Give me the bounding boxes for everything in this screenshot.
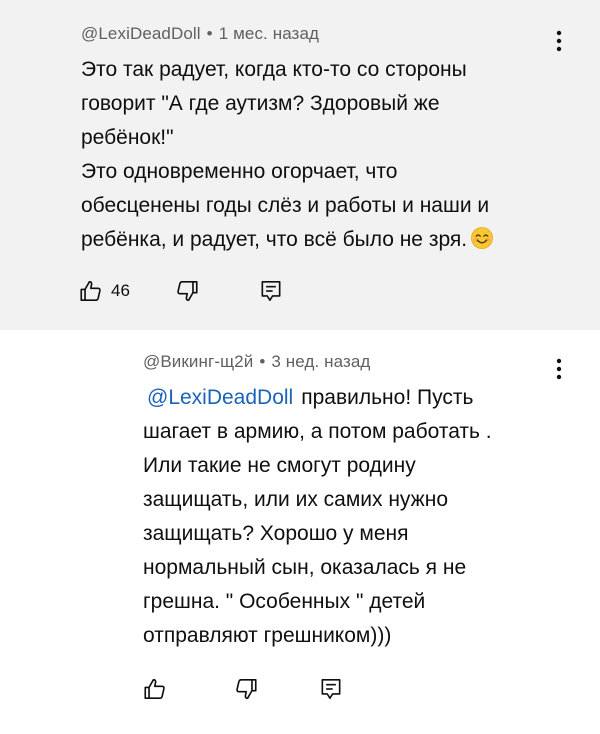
comment-text-line-content: ребёнка, и радует, что всё было не зря. [81, 228, 468, 251]
comment-main: @LexiDeadDoll • 1 мес. назад Это так радуе… [0, 0, 600, 330]
thumb-up-icon [144, 678, 165, 700]
meta-separator: • [259, 352, 266, 371]
reply-text: @LexiDeadDoll правильно! Пусть шагает в а… [143, 381, 573, 653]
thumb-down-icon [236, 678, 257, 700]
meta-separator: • [206, 24, 213, 43]
reply-text-line: защищать, или их самих нужно [143, 488, 448, 511]
more-vert-icon [556, 358, 562, 380]
comment-text: Это так радует, когда кто-то со стороны … [81, 53, 561, 257]
reply-comment-icon [321, 678, 341, 700]
comment-text-line: Это так радует, когда кто-то со стороны [81, 58, 467, 81]
reply-text-line: защищать? Хорошо у меня [143, 522, 409, 545]
dislike-button[interactable] [174, 276, 200, 306]
comment-time[interactable]: 1 мес. назад [219, 24, 319, 43]
comment-text-line: Это одновременно огорчает, что [81, 160, 398, 183]
thumb-up-icon [80, 280, 101, 302]
comment-text-line-last: ребёнка, и радует, что всё было не зря. [81, 223, 561, 257]
like-count: 46 [111, 281, 130, 300]
reply-button[interactable] [318, 674, 344, 704]
reply-comment-icon [261, 280, 281, 302]
reply-text-line-first: @LexiDeadDoll правильно! Пусть [143, 381, 573, 415]
comment-text-line: обесценены годы слёз и работы и наши и [81, 194, 490, 217]
reply-text-line: отправляют грешником))) [143, 624, 392, 647]
dislike-button[interactable] [233, 674, 259, 704]
reply-author[interactable]: @Викинг-щ2й [143, 352, 253, 371]
smiling-face-emoji-icon [471, 227, 493, 249]
reply-text-line: Или такие не смогут родину [143, 454, 416, 477]
comment-text-line: говорит "А где аутизм? Здоровый же [81, 92, 440, 115]
reply-text-line: шагает в армию, а потом работать . [143, 420, 492, 443]
thumb-down-icon [177, 280, 198, 302]
comment-text-line: ребёнок!" [81, 126, 174, 149]
like-button[interactable]: 46 [78, 276, 130, 306]
mention-link[interactable]: @LexiDeadDoll [147, 386, 293, 409]
reply-time[interactable]: 3 нед. назад [271, 352, 370, 371]
comment-author[interactable]: @LexiDeadDoll [81, 24, 201, 43]
more-vert-icon [556, 30, 562, 52]
reply-text-line: грешна. " Особенных " детей [143, 590, 426, 613]
reply-meta: @Викинг-щ2й • 3 нед. назад [143, 352, 370, 372]
like-button[interactable] [142, 674, 168, 704]
reply-text-line: нормальный сын, оказалась я не [143, 556, 467, 579]
comment-meta: @LexiDeadDoll • 1 мес. назад [81, 24, 319, 44]
reply-button[interactable] [258, 276, 284, 306]
reply-text-line-content: правильно! Пусть [301, 386, 474, 409]
